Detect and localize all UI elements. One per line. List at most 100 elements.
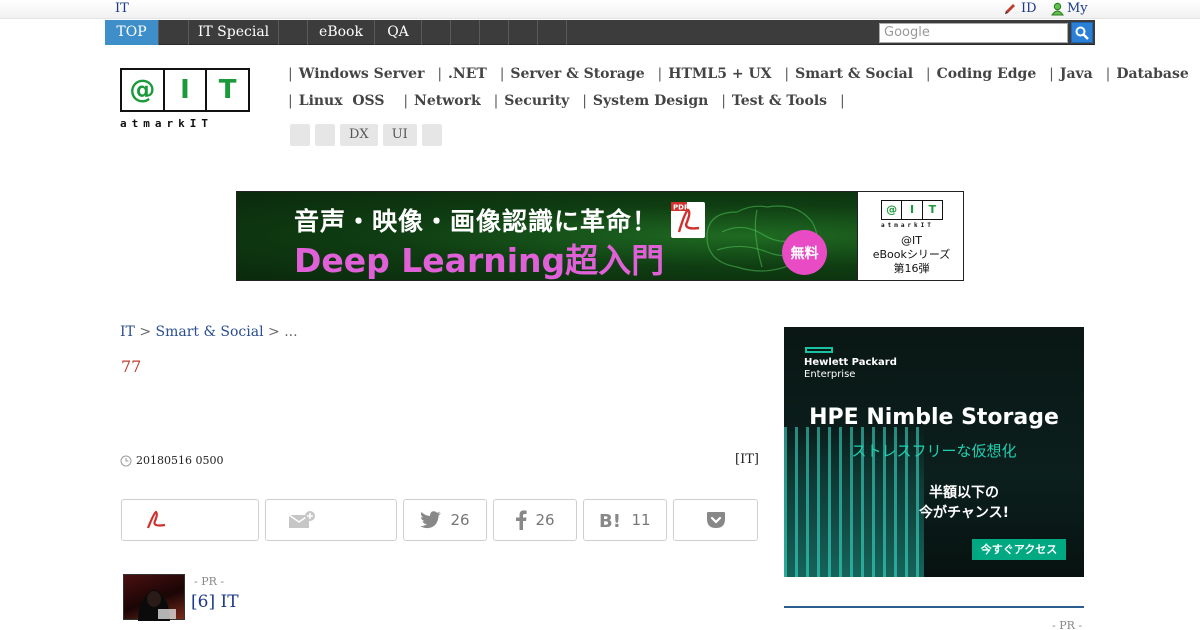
ad-message-line: 半額以下の [929,485,999,501]
mini-logo-subtitle: atmarkIT [881,222,934,229]
mail-plus-icon [288,511,315,528]
ad-cta-button[interactable]: 今すぐアクセス [972,539,1066,560]
my-link[interactable]: My [1051,1,1088,16]
twitter-icon [420,511,442,529]
my-label: My [1067,1,1088,16]
mini-logo-letter: @ [882,201,903,219]
tab-blank-5[interactable] [480,20,509,45]
email-share-button[interactable] [265,499,397,541]
mini-logo: @ I T [881,200,943,220]
ebook-line: @IT [901,234,922,247]
user-icon [1051,2,1064,15]
tab-blank-7[interactable] [538,20,567,45]
cat-test-tools[interactable]: Test & Tools [732,93,827,109]
hatena-bookmark-button[interactable]: B! 11 [583,499,667,541]
deep-learning-banner[interactable]: 音声・映像・画像認識に革命！ Deep Learning超入門 PDF 無料 @… [236,191,964,281]
tag-pill-ui[interactable]: UI [382,124,417,146]
pencil-icon [1005,3,1015,14]
pdf-icon: PDF [671,202,705,238]
main-navbar: TOP IT Special eBook QA Google [105,20,1095,45]
logo-letter: I [165,70,208,110]
ad-subline: ストレスフリーな仮想化 [851,442,1017,460]
date-text: 20180516 0500 [136,454,224,467]
category-row-2: | Linux OSS | Network | Security | System De… [288,93,845,109]
publish-date: 20180516 0500 [120,454,223,467]
cat-coding-edge[interactable]: Coding Edge [937,66,1037,82]
clock-icon [120,455,132,466]
article-title: 77 [121,357,142,376]
tab-it-special[interactable]: IT Special [189,20,279,45]
pdf-icon [146,510,166,529]
cat-network[interactable]: Network [414,93,481,109]
hpe-brand-line-1: Hewlett Packard [804,357,897,368]
ad-message-line: 今がチャンス! [919,505,1009,521]
breadcrumb-section[interactable]: Smart & Social [156,324,264,340]
sidebar-pr-label: - PR - [1052,619,1083,630]
tab-blank-4[interactable] [451,20,480,45]
twitter-share-button[interactable]: 26 [403,499,487,541]
ebook-line: 第16弾 [893,262,930,275]
cat-dotnet[interactable]: .NET [448,66,487,82]
cat-security[interactable]: Security [504,93,569,109]
category-row-1: | Windows Server | .NET | Server & Storage … [288,66,1189,82]
hooded-figure-icon [138,589,176,621]
tab-blank-3[interactable] [422,20,451,45]
cat-linux-oss[interactable]: Linux OSS [299,93,385,109]
hpe-logo-icon [805,347,833,353]
pr-thumbnail[interactable] [123,574,185,621]
tab-qa[interactable]: QA [375,20,422,45]
breadcrumb: IT > Smart & Social > ... [120,324,298,340]
tag-pill[interactable] [421,124,442,146]
tag-pill[interactable] [290,124,310,146]
author: [IT] [735,452,759,467]
tab-ebook[interactable]: eBook [308,20,375,45]
top-strip: IT ID My [0,0,1200,19]
breadcrumb-current: ... [284,324,298,340]
mini-logo-letter: T [928,203,937,216]
free-badge: 無料 [782,230,827,275]
tab-blank-1[interactable] [159,20,189,45]
tab-blank-2[interactable] [279,20,308,45]
banner-line-2: Deep Learning超入門 [294,241,665,280]
banner-ebook-panel: @ I T atmarkIT @IT eBookシリーズ 第16弾 [857,192,963,280]
hpe-sidebar-ad[interactable]: Hewlett Packard Enterprise HPE Nimble St… [784,327,1084,577]
search-icon [1075,26,1089,40]
pr-title-link[interactable]: [6] IT [191,592,239,612]
cat-windows-server[interactable]: Windows Server [299,66,425,82]
search-button[interactable] [1071,22,1093,43]
logo-letter: T [218,75,237,105]
ad-headline: HPE Nimble Storage [809,405,1059,430]
tab-top[interactable]: TOP [105,20,159,45]
pocket-icon [706,512,725,528]
tab-blank-6[interactable] [509,20,538,45]
pr-label: - PR - [194,575,225,588]
pocket-button[interactable] [673,499,758,541]
pdf-download-button[interactable] [121,499,259,541]
cat-html5-ux[interactable]: HTML5 + UX [668,66,771,82]
cat-database[interactable]: Database [1116,66,1188,82]
logo-subtitle: atmarkIT [120,117,213,130]
cat-system-design[interactable]: System Design [593,93,708,109]
ad-message: 半額以下の 今がチャンス! [884,483,1044,523]
cat-java[interactable]: Java [1060,66,1093,82]
banner-line-1: 音声・映像・画像認識に革命！ [294,207,659,236]
logo-letter: @ [122,70,165,110]
breadcrumb-root[interactable]: IT [120,324,135,340]
facebook-share-button[interactable]: 26 [493,499,577,541]
id-label: ID [1021,1,1037,16]
svg-text:B!: B! [599,511,621,529]
twitter-count: 26 [450,511,470,529]
hatena-count: 11 [631,511,651,529]
tag-pill[interactable] [315,124,335,146]
atmarkit-logo[interactable]: @ I T atmarkIT [120,68,250,132]
hatena-bookmark-icon: B! [599,511,621,529]
search-input[interactable]: Google [879,23,1068,43]
sidebar-divider [784,606,1084,608]
tag-pill-dx[interactable]: DX [340,124,378,146]
id-link[interactable]: ID [1003,1,1037,16]
cat-server-storage[interactable]: Server & Storage [510,66,644,82]
mini-logo-letter: I [902,201,923,219]
cat-smart-social[interactable]: Smart & Social [795,66,913,82]
ebook-series-text: @IT eBookシリーズ 第16弾 [858,234,963,276]
site-link[interactable]: IT [115,1,129,16]
